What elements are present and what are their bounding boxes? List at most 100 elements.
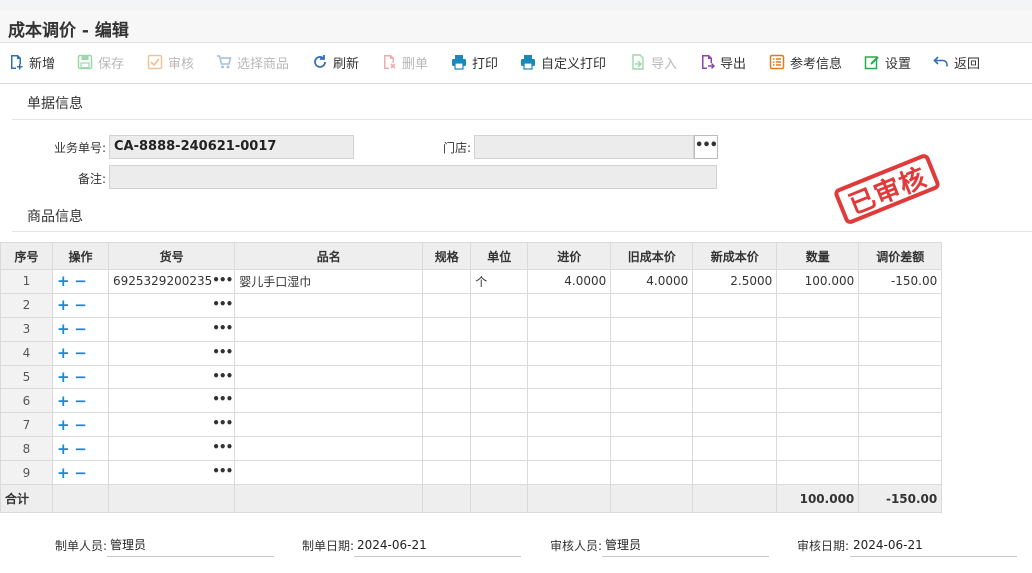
row-qty[interactable] <box>776 316 860 342</box>
store-picker-button[interactable]: ••• <box>694 135 718 159</box>
row-qty[interactable] <box>776 292 860 318</box>
row-old-cost[interactable] <box>610 364 694 390</box>
add-row-icon[interactable]: + <box>57 344 70 362</box>
goods-picker-button[interactable]: ••• <box>212 369 233 383</box>
row-diff[interactable] <box>858 460 943 486</box>
remove-row-icon[interactable]: − <box>74 440 87 458</box>
row-qty[interactable]: 100.000 <box>776 269 860 294</box>
row-new-cost[interactable] <box>692 388 778 414</box>
row-new-cost[interactable] <box>692 364 778 390</box>
delete-order-button[interactable]: 删单 <box>381 51 428 73</box>
back-button[interactable]: 返回 <box>933 51 980 73</box>
row-qty[interactable] <box>776 388 860 414</box>
row-unit[interactable] <box>470 388 529 414</box>
row-spec[interactable] <box>422 412 472 438</box>
goods-picker-button[interactable]: ••• <box>212 297 233 311</box>
row-purchase-price[interactable] <box>527 436 612 462</box>
remove-row-icon[interactable]: − <box>74 296 87 314</box>
row-code[interactable]: ••• <box>107 460 236 486</box>
remark-field[interactable] <box>109 165 717 189</box>
select-goods-button[interactable]: 选择商品 <box>216 51 289 73</box>
row-purchase-price[interactable]: 4.0000 <box>527 269 612 294</box>
save-button[interactable]: 保存 <box>77 51 124 73</box>
row-qty[interactable] <box>776 340 860 366</box>
add-row-icon[interactable]: + <box>57 368 70 386</box>
row-purchase-price[interactable] <box>527 460 612 486</box>
reference-info-button[interactable]: 参考信息 <box>769 51 842 73</box>
row-diff[interactable] <box>858 340 943 366</box>
add-row-icon[interactable]: + <box>57 416 70 434</box>
print-button[interactable]: 打印 <box>451 51 498 73</box>
row-purchase-price[interactable] <box>527 292 612 318</box>
row-new-cost[interactable] <box>692 460 778 486</box>
row-spec[interactable] <box>422 269 472 294</box>
row-purchase-price[interactable] <box>527 340 612 366</box>
export-button[interactable]: 导出 <box>699 51 746 73</box>
remove-row-icon[interactable]: − <box>74 464 87 482</box>
row-code[interactable]: ••• <box>107 364 236 390</box>
row-name[interactable] <box>234 316 424 342</box>
row-name[interactable] <box>234 412 424 438</box>
row-name[interactable]: 婴儿手口湿巾 <box>234 269 424 294</box>
row-new-cost[interactable] <box>692 340 778 366</box>
add-row-icon[interactable]: + <box>57 296 70 314</box>
row-qty[interactable] <box>776 436 860 462</box>
row-purchase-price[interactable] <box>527 364 612 390</box>
row-name[interactable] <box>234 388 424 414</box>
row-code[interactable]: ••• <box>107 388 236 414</box>
row-old-cost[interactable] <box>610 436 694 462</box>
row-code[interactable]: 6925329200235 ••• <box>107 269 236 294</box>
add-row-icon[interactable]: + <box>57 320 70 338</box>
row-unit[interactable] <box>470 340 529 366</box>
row-spec[interactable] <box>422 460 472 486</box>
add-row-icon[interactable]: + <box>57 440 70 458</box>
row-unit[interactable] <box>470 436 529 462</box>
row-purchase-price[interactable] <box>527 412 612 438</box>
row-old-cost[interactable] <box>610 388 694 414</box>
row-purchase-price[interactable] <box>527 388 612 414</box>
row-spec[interactable] <box>422 436 472 462</box>
remove-row-icon[interactable]: − <box>74 416 87 434</box>
row-qty[interactable] <box>776 364 860 390</box>
remove-row-icon[interactable]: − <box>74 344 87 362</box>
row-code[interactable]: ••• <box>107 292 236 318</box>
order-no-field[interactable]: CA-8888-240621-0017 <box>109 135 354 159</box>
goods-picker-button[interactable]: ••• <box>212 440 233 454</box>
row-name[interactable] <box>234 460 424 486</box>
row-unit[interactable] <box>470 412 529 438</box>
goods-picker-button[interactable]: ••• <box>212 345 233 359</box>
refresh-button[interactable]: 刷新 <box>312 51 359 73</box>
remove-row-icon[interactable]: − <box>74 320 87 338</box>
row-new-cost[interactable] <box>692 436 778 462</box>
goods-picker-button[interactable]: ••• <box>212 321 233 335</box>
row-name[interactable] <box>234 436 424 462</box>
remove-row-icon[interactable]: − <box>74 368 87 386</box>
new-button[interactable]: 新增 <box>8 51 55 73</box>
row-unit[interactable] <box>470 292 529 318</box>
custom-print-button[interactable]: 自定义打印 <box>520 51 606 73</box>
row-code[interactable]: ••• <box>107 412 236 438</box>
row-diff[interactable]: -150.00 <box>858 269 943 294</box>
row-spec[interactable] <box>422 340 472 366</box>
import-button[interactable]: 导入 <box>630 51 677 73</box>
row-spec[interactable] <box>422 364 472 390</box>
row-new-cost[interactable] <box>692 412 778 438</box>
audit-button[interactable]: 审核 <box>147 51 194 73</box>
row-code[interactable]: ••• <box>107 436 236 462</box>
row-diff[interactable] <box>858 292 943 318</box>
row-unit[interactable] <box>470 364 529 390</box>
row-qty[interactable] <box>776 412 860 438</box>
row-code[interactable]: ••• <box>107 316 236 342</box>
add-row-icon[interactable]: + <box>57 392 70 410</box>
row-diff[interactable] <box>858 316 943 342</box>
row-diff[interactable] <box>858 436 943 462</box>
row-purchase-price[interactable] <box>527 316 612 342</box>
row-diff[interactable] <box>858 412 943 438</box>
row-spec[interactable] <box>422 316 472 342</box>
row-old-cost[interactable] <box>610 340 694 366</box>
row-old-cost[interactable] <box>610 316 694 342</box>
add-row-icon[interactable]: + <box>57 464 70 482</box>
store-field[interactable] <box>474 135 694 159</box>
goods-picker-button[interactable]: ••• <box>212 273 233 287</box>
goods-picker-button[interactable]: ••• <box>212 416 233 430</box>
